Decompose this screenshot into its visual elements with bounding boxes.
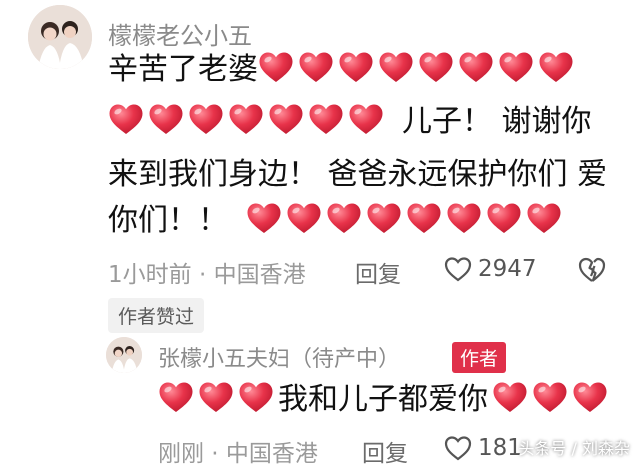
heart-icon (238, 381, 274, 414)
reply-line: 我和儿子都爱你 (158, 380, 612, 420)
reply-heart-row-left (158, 382, 278, 417)
comment-line-2: 儿子！ 谢谢你 (108, 102, 592, 142)
comment-text-4: 你们！！ (108, 203, 228, 238)
heart-row-2 (108, 104, 388, 139)
heart-icon (406, 202, 442, 235)
avatar-image (28, 5, 92, 69)
reply-like-count: 181 (478, 435, 522, 461)
heart-icon (366, 202, 402, 235)
heart-icon (498, 51, 534, 84)
heart-icon (108, 103, 144, 136)
heart-icon (326, 202, 362, 235)
author-liked-badge: 作者赞过 (108, 298, 205, 333)
comment-reply-button[interactable]: 回复 (355, 255, 401, 289)
reply-time-location: 刚刚 · 中国香港 (158, 441, 318, 467)
reply-reply-button[interactable]: 回复 (362, 434, 408, 468)
avatar[interactable] (28, 5, 92, 69)
comment-line-1: 辛苦了老婆 (108, 50, 578, 90)
author-tag: 作者 (452, 342, 507, 373)
heart-icon (532, 381, 568, 414)
heart-icon (188, 103, 224, 136)
heart-icon (298, 51, 334, 84)
heart-icon (572, 381, 608, 414)
reply-text: 我和儿子都爱你 (278, 382, 488, 417)
heart-row-4 (246, 203, 566, 238)
comment-time-location: 1小时前 · 中国香港 (108, 262, 306, 288)
heart-icon (348, 103, 384, 136)
reply-like-button[interactable]: 181 (444, 435, 522, 461)
heart-icon (486, 202, 522, 235)
like-icon (444, 436, 472, 461)
heart-icon (338, 51, 374, 84)
heart-icon (148, 103, 184, 136)
dislike-icon[interactable] (578, 256, 606, 284)
heart-icon (446, 202, 482, 235)
comment-like-count: 2947 (478, 256, 537, 282)
heart-icon (246, 202, 282, 235)
heart-icon (526, 202, 562, 235)
heart-icon (268, 103, 304, 136)
comment-like-button[interactable]: 2947 (444, 256, 537, 282)
like-icon (444, 257, 472, 282)
comment-line-3: 来到我们身边！ 爸爸永远保护你们 爱 (108, 155, 607, 195)
comment-text-3: 来到我们身边！ 爸爸永远保护你们 爱 (108, 157, 608, 192)
reply-username[interactable]: 张檬小五夫妇（待产中） (158, 341, 400, 373)
heart-icon (286, 202, 322, 235)
heart-icon (538, 51, 574, 84)
reply-avatar[interactable] (106, 337, 142, 373)
comment-text-2: 儿子！ 谢谢你 (402, 104, 592, 139)
reply-heart-row-right (492, 382, 612, 417)
heart-icon (378, 51, 414, 84)
heart-icon (228, 103, 264, 136)
heart-row-1 (258, 52, 578, 87)
comment-username[interactable]: 檬檬老公小五 (108, 16, 252, 51)
heart-icon (418, 51, 454, 84)
heart-icon (458, 51, 494, 84)
heart-icon (492, 381, 528, 414)
heart-icon (198, 381, 234, 414)
heart-icon (158, 381, 194, 414)
heart-icon (258, 51, 294, 84)
watermark: 头条号 / 刘森杂 (518, 439, 630, 458)
comment-text-1: 辛苦了老婆 (108, 52, 258, 87)
heart-icon (308, 103, 344, 136)
comment-line-4: 你们！！ (108, 201, 566, 241)
reply-avatar-image (106, 337, 142, 373)
